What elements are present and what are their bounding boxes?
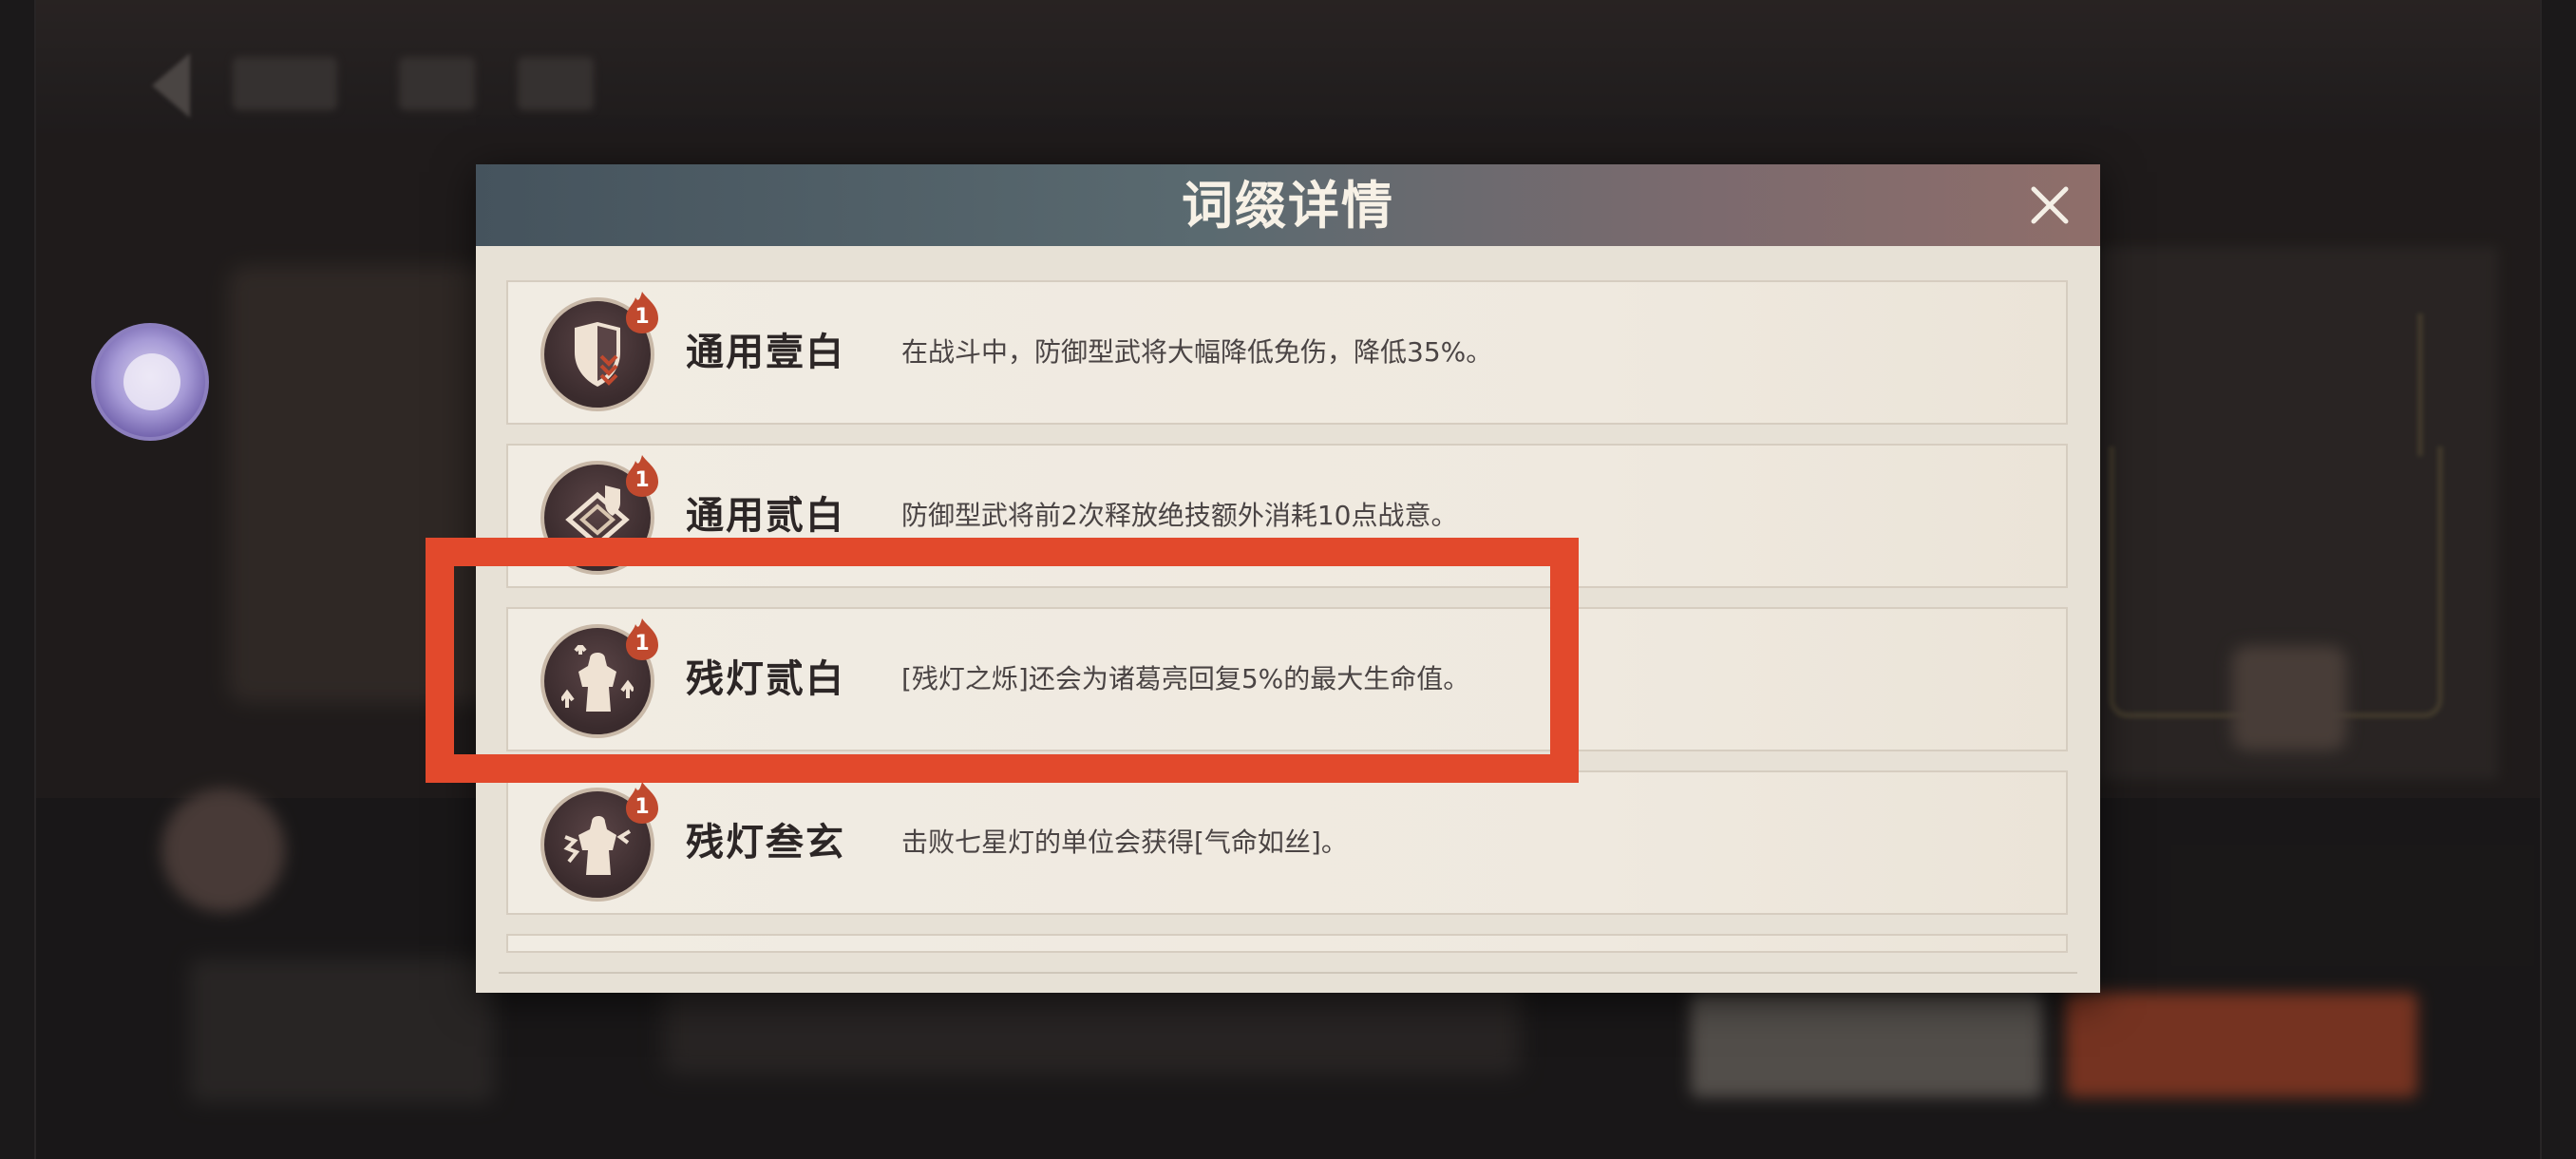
affix-description: 击败七星灯的单位会获得[气命如丝]。 <box>901 826 1348 858</box>
level-badge: 1 <box>624 455 660 497</box>
avatar[interactable] <box>91 323 209 441</box>
affix-item: 1 残灯叁玄 击败七星灯的单位会获得[气命如丝]。 <box>506 770 2068 915</box>
level-number: 1 <box>635 468 650 492</box>
affix-description: 在战斗中，防御型武将大幅降低免伤，降低35%。 <box>901 336 1493 368</box>
level-badge: 1 <box>624 782 660 824</box>
affix-item-partial <box>506 934 2068 953</box>
dialog-header: 词缀详情 <box>476 164 2100 246</box>
highlight-box <box>426 538 1579 783</box>
close-button[interactable] <box>2026 181 2074 229</box>
affix-item: 1 通用壹白 在战斗中，防御型武将大幅降低免伤，降低35%。 <box>506 280 2068 425</box>
close-icon <box>2031 186 2069 224</box>
level-number: 1 <box>635 795 650 819</box>
affix-name: 通用壹白 <box>686 330 845 374</box>
affix-name: 残灯叁玄 <box>686 820 845 864</box>
level-number: 1 <box>635 305 650 329</box>
dialog-title: 词缀详情 <box>1182 175 1394 236</box>
list-bottom-divider <box>499 972 2077 974</box>
level-badge: 1 <box>624 292 660 333</box>
